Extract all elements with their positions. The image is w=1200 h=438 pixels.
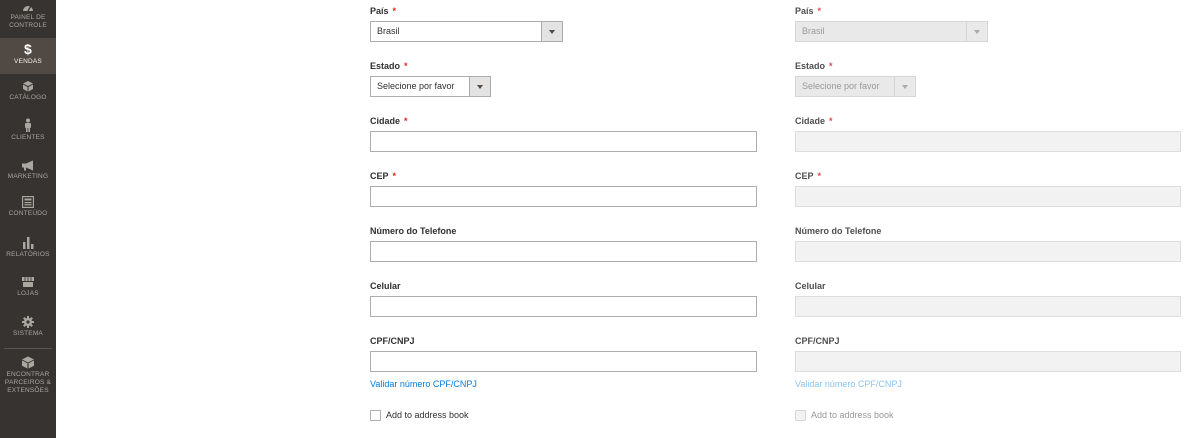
city-input[interactable] xyxy=(370,131,757,152)
chevron-down-icon xyxy=(894,77,915,96)
cpf-input[interactable] xyxy=(370,351,757,372)
phone-label: Número do Telefone xyxy=(795,226,882,236)
chevron-down-icon xyxy=(541,22,562,41)
catalog-box-icon xyxy=(23,81,33,92)
gear-icon xyxy=(22,316,34,328)
nav-customers[interactable]: CLIENTES xyxy=(0,118,56,148)
mobile-label: Celular xyxy=(370,281,401,291)
validate-cpf-link-disabled: Validar número CPF/CNPJ xyxy=(795,379,902,389)
zip-label: CEP * xyxy=(795,171,822,181)
mobile-input[interactable] xyxy=(370,296,757,317)
nav-system[interactable]: SISTEMA xyxy=(0,316,56,344)
nav-marketing[interactable]: MARKETING xyxy=(0,160,56,188)
city-input-disabled xyxy=(795,131,1181,152)
customer-person-icon xyxy=(25,118,31,132)
state-select[interactable]: Selecione por favor xyxy=(370,76,491,97)
cpf-input-disabled xyxy=(795,351,1181,372)
store-icon xyxy=(22,277,34,287)
nav-dashboard[interactable]: PAINEL DE CONTROLE xyxy=(0,0,56,36)
nav-content[interactable]: CONTEÚDO xyxy=(0,196,56,226)
state-label: Estado * xyxy=(370,61,408,71)
state-select-disabled: Selecione por favor xyxy=(795,76,916,97)
city-label: Cidade * xyxy=(370,116,408,126)
nav-find-partners[interactable]: ENCONTRAR PARCEIROS & EXTENSÕES xyxy=(0,356,56,400)
address-book-checkbox[interactable] xyxy=(370,410,381,421)
sidebar-divider xyxy=(4,348,52,349)
country-select[interactable]: Brasil xyxy=(370,21,563,42)
admin-sidebar: PAINEL DE CONTROLE $ VENDAS CATÁLOGO CLI… xyxy=(0,0,56,438)
nav-stores[interactable]: LOJAS xyxy=(0,276,56,304)
dashboard-icon xyxy=(23,6,33,12)
partners-box-icon xyxy=(22,356,34,369)
dollar-icon: $ xyxy=(24,41,32,57)
bar-chart-icon xyxy=(22,237,33,249)
nav-reports[interactable]: RELATÓRIOS xyxy=(0,236,56,266)
chevron-down-icon xyxy=(966,22,987,41)
phone-input-disabled xyxy=(795,241,1181,262)
address-book-checkbox-disabled xyxy=(795,410,806,421)
country-select-disabled: Brasil xyxy=(795,21,988,42)
state-label: Estado * xyxy=(795,61,833,71)
zip-input[interactable] xyxy=(370,186,757,207)
country-label: País * xyxy=(370,6,397,16)
validate-cpf-link[interactable]: Validar número CPF/CNPJ xyxy=(370,379,477,389)
megaphone-icon xyxy=(22,160,33,171)
mobile-label: Celular xyxy=(795,281,826,291)
nav-catalog[interactable]: CATÁLOGO xyxy=(0,80,56,112)
zip-label: CEP * xyxy=(370,171,397,181)
nav-sales[interactable]: $ VENDAS xyxy=(0,38,56,74)
phone-input[interactable] xyxy=(370,241,757,262)
phone-label: Número do Telefone xyxy=(370,226,457,236)
zip-input-disabled xyxy=(795,186,1181,207)
mobile-input-disabled xyxy=(795,296,1181,317)
city-label: Cidade * xyxy=(795,116,833,126)
cpf-label: CPF/CNPJ xyxy=(370,336,415,346)
country-label: País * xyxy=(795,6,822,16)
content-layout-icon xyxy=(22,196,34,208)
chevron-down-icon xyxy=(469,77,490,96)
cpf-label: CPF/CNPJ xyxy=(795,336,840,346)
